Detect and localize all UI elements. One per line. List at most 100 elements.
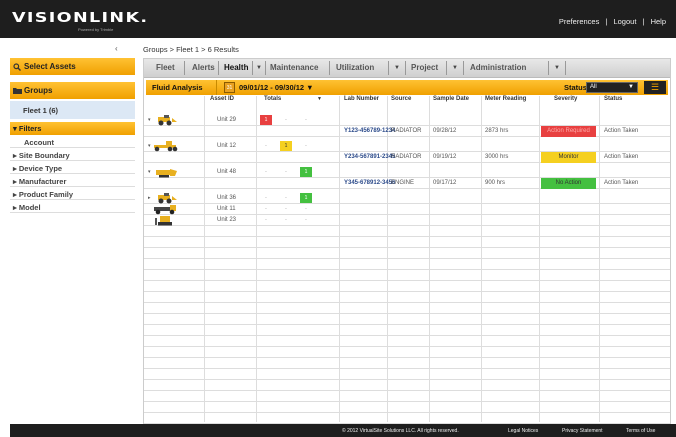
empty-row xyxy=(144,282,670,292)
tab-health[interactable]: Health xyxy=(224,63,248,72)
asset-id: Unit 29 xyxy=(217,117,237,123)
total-green[interactable]: 1 xyxy=(300,167,312,177)
sidebar-item-product-family[interactable]: ▸ Product Family xyxy=(10,188,135,200)
total-yellow[interactable]: 1 xyxy=(280,141,292,151)
filter-label: Product Family xyxy=(18,190,74,199)
tab-bar: Fleet Alerts Health ▼ Maintenance Utiliz… xyxy=(144,59,670,78)
table-row[interactable]: ▸ Unit 36 - - 1 xyxy=(144,193,670,204)
tab-utilization[interactable]: Utilization xyxy=(336,63,374,72)
column-header[interactable]: Status xyxy=(604,96,622,102)
table-row[interactable]: Unit 23 - - - xyxy=(144,216,670,226)
total-yellow: - xyxy=(285,195,287,201)
total-red: - xyxy=(265,169,267,175)
triangle-right-icon[interactable]: ▸ xyxy=(148,195,151,201)
sidebar-item-model[interactable]: ▸ Model xyxy=(10,201,135,213)
tab-maintenance[interactable]: Maintenance xyxy=(270,63,318,72)
table-row[interactable]: ▾ Unit 48 - - 1 xyxy=(144,167,670,178)
empty-row xyxy=(144,315,670,325)
filters-header[interactable]: ▾ Filters xyxy=(10,122,135,135)
table-row[interactable]: Y123-456789-1234 RADIATOR 09/28/12 2873 … xyxy=(144,126,670,137)
status-select[interactable]: All ▼ xyxy=(586,82,638,93)
empty-row xyxy=(144,370,670,380)
groups-button[interactable]: Groups xyxy=(10,82,135,99)
table-row[interactable]: Y345-678912-3456 ENGINE 09/17/12 900 hrs… xyxy=(144,178,670,189)
tab-divider xyxy=(329,61,330,75)
loader-icon xyxy=(156,169,177,178)
calendar-icon[interactable]: 31 xyxy=(224,82,235,93)
chevron-down-icon[interactable]: ▼ xyxy=(452,65,458,71)
tab-fleet[interactable]: Fleet xyxy=(156,63,175,72)
chevron-down-icon[interactable]: ▼ xyxy=(256,65,262,71)
select-assets-button[interactable]: Select Assets xyxy=(10,58,135,75)
total-green[interactable]: 1 xyxy=(300,193,312,203)
chevron-down-icon[interactable]: ▼ xyxy=(554,65,560,71)
sidebar-item-site-boundary[interactable]: ▸ Site Boundary xyxy=(10,149,135,161)
sidebar-item-manufacturer[interactable]: ▸ Manufacturer xyxy=(10,175,135,187)
logout-link[interactable]: Logout xyxy=(611,17,638,26)
asset-id: Unit 36 xyxy=(217,195,237,201)
filter-toggle-button[interactable]: ☰ xyxy=(644,81,666,94)
help-link[interactable]: Help xyxy=(649,17,668,26)
total-red: - xyxy=(265,143,267,149)
triangle-down-icon[interactable]: ▾ xyxy=(148,117,151,123)
footer-link-legal[interactable]: Legal Notices xyxy=(508,428,538,434)
triangle-down-icon[interactable]: ▾ xyxy=(148,143,151,149)
tab-divider xyxy=(565,61,566,75)
lab-number-link[interactable]: Y123-456789-1234 xyxy=(344,128,395,134)
tab-project[interactable]: Project xyxy=(411,63,438,72)
status-value: Action Taken xyxy=(604,180,639,186)
copyright-text: © 2012 VirtualSite Solutions LLC. All ri… xyxy=(342,428,459,434)
column-header[interactable]: Source xyxy=(391,96,411,102)
chevron-left-icon[interactable]: ‹ xyxy=(115,44,118,53)
sidebar-item-account[interactable]: Account xyxy=(10,136,135,148)
tab-divider xyxy=(184,61,185,75)
sidebar-item-device-type[interactable]: ▸ Device Type xyxy=(10,162,135,174)
triangle-down-icon[interactable]: ▾ xyxy=(148,169,151,175)
lab-number-link[interactable]: Y234-567891-2345 xyxy=(344,154,395,160)
footer-link-terms[interactable]: Terms of Use xyxy=(626,428,655,434)
column-header[interactable]: Totals xyxy=(264,96,281,102)
total-red[interactable]: 1 xyxy=(260,115,272,125)
empty-row xyxy=(144,337,670,347)
sidebar-item-fleet[interactable]: Fleet 1 (6) xyxy=(10,101,135,119)
tab-alerts[interactable]: Alerts xyxy=(192,63,215,72)
tab-divider xyxy=(265,61,266,75)
total-yellow: - xyxy=(285,206,287,212)
tab-divider xyxy=(388,61,389,75)
dozer-icon xyxy=(155,216,172,226)
filter-label: Device Type xyxy=(18,164,63,173)
total-red: - xyxy=(265,206,267,212)
table-row[interactable]: ▾ Unit 29 1 - - xyxy=(144,115,670,126)
date-range-selector[interactable]: 09/01/12 - 09/30/12 ▼ xyxy=(239,83,314,92)
footer-link-privacy[interactable]: Privacy Statement xyxy=(562,428,603,434)
preferences-link[interactable]: Preferences xyxy=(557,17,601,26)
lab-number-link[interactable]: Y345-678912-3456 xyxy=(344,180,395,186)
logo-subtitle: Powered by Trimble xyxy=(78,27,114,32)
tab-administration[interactable]: Administration xyxy=(470,63,526,72)
fluid-analysis-bar: Fluid Analysis 31 09/01/12 - 09/30/12 ▼ … xyxy=(146,80,668,95)
main-panel: Fleet Alerts Health ▼ Maintenance Utiliz… xyxy=(143,58,671,424)
sort-arrow-icon[interactable]: ▼ xyxy=(317,96,322,102)
empty-row xyxy=(144,227,670,237)
asset-id: Unit 12 xyxy=(217,143,237,149)
table-row[interactable]: ▾ Unit 12 - 1 - xyxy=(144,141,670,152)
date-range-value: 09/01/12 - 09/30/12 xyxy=(239,83,305,92)
tab-divider xyxy=(463,61,464,75)
tab-divider xyxy=(218,61,219,75)
status-select-value: All xyxy=(590,84,597,90)
empty-row xyxy=(144,381,670,391)
fluid-analysis-tab[interactable]: Fluid Analysis xyxy=(152,83,203,92)
column-header[interactable]: Meter Reading xyxy=(485,96,526,102)
column-header[interactable]: Lab Number xyxy=(344,96,379,102)
empty-row xyxy=(144,392,670,402)
table-row[interactable]: Unit 11 - - - xyxy=(144,205,670,215)
column-header[interactable]: Severity xyxy=(554,96,577,102)
empty-row xyxy=(144,304,670,314)
column-header[interactable]: Asset ID xyxy=(210,96,234,102)
chevron-down-icon[interactable]: ▼ xyxy=(394,65,400,71)
column-header[interactable]: Sample Date xyxy=(433,96,469,102)
tab-divider xyxy=(446,61,447,75)
total-red: - xyxy=(265,195,267,201)
wheel-loader-icon xyxy=(158,115,177,126)
table-row[interactable]: Y234-567891-2345 RADIATOR 09/19/12 3000 … xyxy=(144,152,670,163)
